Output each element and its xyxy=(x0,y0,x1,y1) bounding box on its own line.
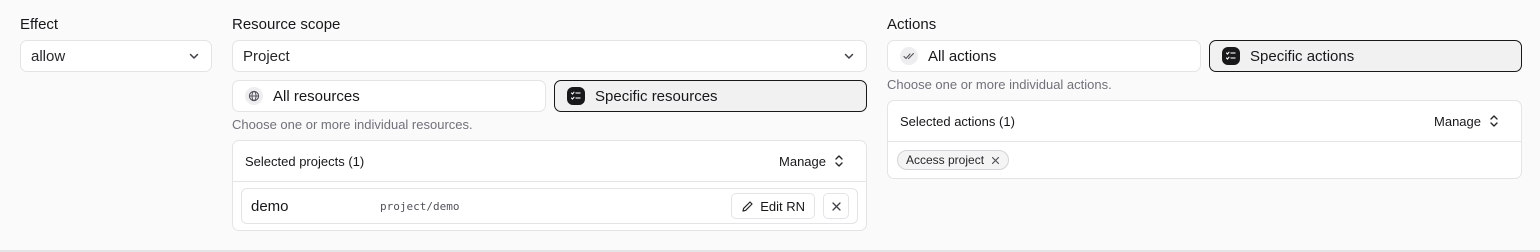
actions-label: Actions xyxy=(887,16,937,33)
remove-project-button[interactable] xyxy=(823,193,849,219)
pencil-icon xyxy=(742,200,753,212)
all-actions-label: All actions xyxy=(928,47,997,65)
effect-select-value: allow xyxy=(31,47,66,65)
edit-rn-label: Edit RN xyxy=(760,198,805,214)
all-resources-toggle[interactable]: All resources xyxy=(232,80,546,112)
chevron-down-icon xyxy=(189,53,199,59)
effect-select[interactable]: allow xyxy=(20,40,212,72)
checklist-icon xyxy=(1222,47,1240,65)
manage-actions-button[interactable]: Manage xyxy=(1434,114,1499,129)
selected-actions-header: Selected actions (1) Manage xyxy=(888,101,1521,142)
manage-label: Manage xyxy=(1434,113,1481,129)
manage-projects-button[interactable]: Manage xyxy=(779,154,844,169)
resources-hint: Choose one or more individual resources. xyxy=(232,117,473,132)
manage-label: Manage xyxy=(779,153,826,169)
all-actions-toggle[interactable]: All actions xyxy=(887,40,1201,72)
globe-icon xyxy=(245,87,263,105)
project-rn: project/demo xyxy=(380,199,460,213)
specific-resources-toggle[interactable]: Specific resources xyxy=(554,80,867,112)
resource-scope-select[interactable]: Project xyxy=(232,40,867,72)
all-resources-label: All resources xyxy=(273,87,360,105)
specific-actions-label: Specific actions xyxy=(1250,47,1355,65)
resource-scope-value: Project xyxy=(243,47,290,65)
selected-actions-title: Selected actions (1) xyxy=(900,113,1015,129)
effect-label: Effect xyxy=(20,16,59,33)
checklist-icon xyxy=(567,87,585,105)
selected-projects-panel: Selected projects (1) Manage demo projec… xyxy=(232,140,867,231)
selected-projects-header: Selected projects (1) Manage xyxy=(233,141,866,182)
resource-scope-label: Resource scope xyxy=(232,16,341,33)
edit-rn-button[interactable]: Edit RN xyxy=(731,193,815,219)
selected-projects-title: Selected projects (1) xyxy=(245,153,365,169)
double-check-icon xyxy=(900,47,918,65)
actions-hint: Choose one or more individual actions. xyxy=(887,77,1112,92)
selected-actions-panel: Selected actions (1) Manage Access proje… xyxy=(887,100,1522,179)
chevrons-up-down-icon xyxy=(835,155,843,167)
project-name: demo xyxy=(251,197,289,215)
remove-chip-icon[interactable] xyxy=(991,156,1000,165)
chevron-down-icon xyxy=(844,53,854,59)
action-chip-label: Access project xyxy=(906,153,985,167)
specific-actions-toggle[interactable]: Specific actions xyxy=(1209,40,1522,72)
chevrons-up-down-icon xyxy=(1490,115,1498,127)
project-row: demo project/demo Edit RN xyxy=(241,188,858,224)
close-icon xyxy=(831,201,841,211)
action-chip: Access project xyxy=(897,150,1010,170)
specific-resources-label: Specific resources xyxy=(595,87,718,105)
